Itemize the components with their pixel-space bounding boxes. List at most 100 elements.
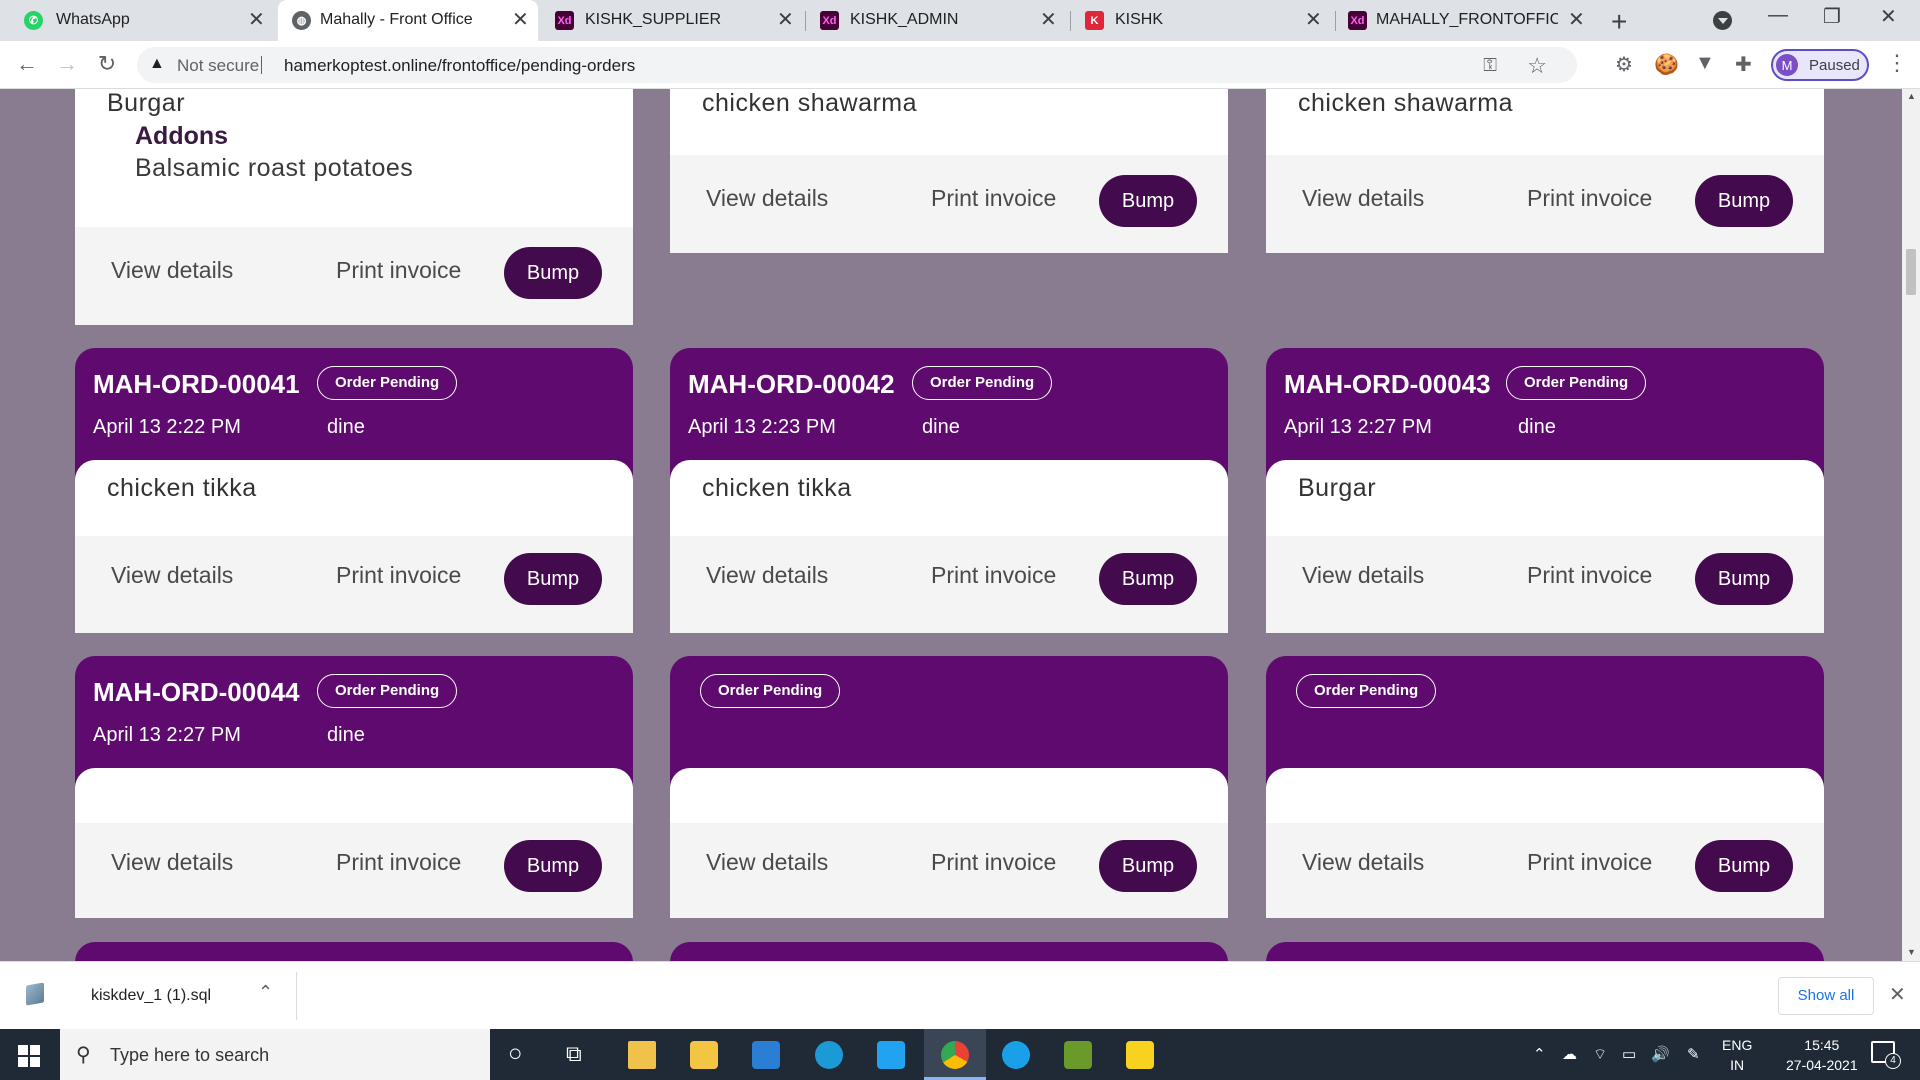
- mail-icon[interactable]: [752, 1041, 780, 1069]
- wifi-icon[interactable]: ⌔: [1593, 1045, 1607, 1064]
- print-invoice-link[interactable]: Print invoice: [1527, 849, 1652, 876]
- security-status[interactable]: Not secure: [177, 56, 259, 76]
- bump-button[interactable]: Bump: [504, 553, 602, 605]
- close-tab-icon[interactable]: ✕: [1305, 8, 1322, 32]
- scroll-down-icon[interactable]: ▼: [1907, 947, 1916, 957]
- print-invoice-link[interactable]: Print invoice: [1527, 185, 1652, 212]
- order-actions: View details Print invoice Bump: [75, 227, 633, 325]
- terminal-icon[interactable]: [1064, 1041, 1092, 1069]
- tab-kishk[interactable]: K KISHK ✕: [1071, 0, 1333, 41]
- tab-kishk-admin[interactable]: Xd KISHK_ADMIN ✕: [806, 0, 1068, 41]
- view-details-link[interactable]: View details: [706, 849, 828, 876]
- bump-button[interactable]: Bump: [1099, 840, 1197, 892]
- bump-button[interactable]: Bump: [1099, 553, 1197, 605]
- edge-icon[interactable]: [815, 1041, 843, 1069]
- pen-icon[interactable]: ✎: [1687, 1045, 1700, 1063]
- key-icon[interactable]: ⚿: [1483, 55, 1497, 76]
- maximize-button[interactable]: ❐: [1823, 4, 1841, 29]
- scrollbar-thumb[interactable]: [1906, 249, 1916, 295]
- forward-arrow-icon[interactable]: →: [52, 51, 82, 77]
- language-indicator[interactable]: ENG IN: [1722, 1035, 1752, 1075]
- page-scrollbar[interactable]: ▲ ▼: [1902, 89, 1920, 961]
- addon-item: Balsamic roast potatoes: [135, 154, 414, 182]
- vscode-icon[interactable]: [877, 1041, 905, 1069]
- close-window-button[interactable]: ✕: [1880, 4, 1897, 29]
- order-date: April 13 2:27 PM: [93, 724, 241, 746]
- tab-mahally-front-office[interactable]: ◍ Mahally - Front Office ✕: [278, 0, 538, 41]
- tab-whatsapp[interactable]: ✆ WhatsApp ✕: [0, 0, 275, 41]
- print-invoice-link[interactable]: Print invoice: [336, 849, 461, 876]
- reload-icon[interactable]: ↻: [92, 51, 122, 77]
- order-item: chicken shawarma: [702, 89, 918, 117]
- download-filename[interactable]: kiskdev_1 (1).sql: [91, 987, 211, 1005]
- bump-button[interactable]: Bump: [1695, 553, 1793, 605]
- order-header: [1266, 942, 1824, 961]
- view-details-link[interactable]: View details: [1302, 562, 1424, 589]
- order-mode: dine: [327, 416, 365, 438]
- view-details-link[interactable]: View details: [1302, 849, 1424, 876]
- view-details-link[interactable]: View details: [111, 562, 233, 589]
- tab-search-icon[interactable]: [1713, 11, 1732, 30]
- print-invoice-link[interactable]: Print invoice: [336, 257, 461, 284]
- cookie-extension-icon[interactable]: 🍪: [1654, 52, 1679, 77]
- view-details-link[interactable]: View details: [111, 257, 233, 284]
- puzzle-extensions-icon[interactable]: ✚: [1735, 52, 1752, 77]
- print-invoice-link[interactable]: Print invoice: [931, 562, 1056, 589]
- profile-button[interactable]: M Paused: [1771, 49, 1869, 81]
- close-tab-icon[interactable]: ✕: [777, 8, 794, 32]
- browser-menu-icon[interactable]: ⋮: [1886, 50, 1908, 76]
- address-bar[interactable]: ▲ Not secure hamerkoptest.online/frontof…: [137, 47, 1577, 83]
- bump-button[interactable]: Bump: [1099, 175, 1197, 227]
- battery-icon[interactable]: ▭: [1622, 1045, 1636, 1063]
- print-invoice-link[interactable]: Print invoice: [931, 185, 1056, 212]
- sticky-notes-icon[interactable]: [1126, 1041, 1154, 1069]
- view-details-link[interactable]: View details: [706, 562, 828, 589]
- tab-kishk-supplier[interactable]: Xd KISHK_SUPPLIER ✕: [541, 0, 803, 41]
- kishk-icon: K: [1085, 11, 1104, 30]
- show-all-button[interactable]: Show all: [1778, 977, 1874, 1015]
- file-explorer-icon[interactable]: [690, 1041, 718, 1069]
- taskbar-search[interactable]: ⚲ Type here to search: [60, 1029, 490, 1080]
- warning-icon[interactable]: ▲: [149, 55, 165, 73]
- view-details-link[interactable]: View details: [706, 185, 828, 212]
- task-view-icon[interactable]: ⧉: [566, 1041, 582, 1067]
- notification-icon[interactable]: 4: [1871, 1041, 1901, 1069]
- sql-file-icon: [26, 982, 44, 1006]
- minimize-button[interactable]: —: [1768, 4, 1788, 27]
- windows-start-icon[interactable]: [18, 1045, 40, 1067]
- new-tab-button[interactable]: +: [1611, 6, 1627, 38]
- bump-button[interactable]: Bump: [1695, 840, 1793, 892]
- cortana-icon[interactable]: ○: [508, 1040, 523, 1068]
- extension-gear-icon[interactable]: ⚙: [1615, 52, 1633, 77]
- print-invoice-link[interactable]: Print invoice: [931, 849, 1056, 876]
- tab-title: WhatsApp: [56, 11, 130, 28]
- tab-mahally-frontoffice-xd[interactable]: Xd MAHALLY_FRONTOFFICEW ✕: [1336, 0, 1592, 41]
- clock[interactable]: 15:45 27-04-2021: [1786, 1035, 1858, 1075]
- chrome-taskbar-button[interactable]: [924, 1029, 986, 1080]
- onedrive-icon[interactable]: ☁: [1562, 1045, 1577, 1063]
- view-details-link[interactable]: View details: [1302, 185, 1424, 212]
- view-details-link[interactable]: View details: [111, 849, 233, 876]
- close-tab-icon[interactable]: ✕: [248, 8, 265, 32]
- bump-button[interactable]: Bump: [504, 247, 602, 299]
- volume-icon[interactable]: 🔊: [1651, 1045, 1670, 1063]
- close-tab-icon[interactable]: ✕: [1040, 8, 1057, 32]
- print-invoice-link[interactable]: Print invoice: [1527, 562, 1652, 589]
- app-icon[interactable]: [1002, 1041, 1030, 1069]
- scroll-up-icon[interactable]: ▲: [1907, 91, 1916, 101]
- order-items: Burgar: [1266, 460, 1824, 536]
- store-icon[interactable]: [628, 1041, 656, 1069]
- bookmark-star-icon[interactable]: ☆: [1527, 53, 1547, 79]
- url-text[interactable]: hamerkoptest.online/frontoffice/pending-…: [284, 56, 635, 76]
- chevron-up-icon[interactable]: ⌃: [1533, 1045, 1546, 1063]
- close-tab-icon[interactable]: ✕: [1568, 8, 1585, 32]
- bump-button[interactable]: Bump: [1695, 175, 1793, 227]
- vue-extension-icon[interactable]: ▼: [1695, 52, 1715, 75]
- print-invoice-link[interactable]: Print invoice: [336, 562, 461, 589]
- order-card: Order Pending View details Print invoice…: [1266, 656, 1824, 918]
- back-arrow-icon[interactable]: ←: [12, 51, 42, 77]
- chevron-up-icon[interactable]: ⌃: [258, 982, 273, 1003]
- close-shelf-icon[interactable]: ✕: [1889, 982, 1906, 1007]
- bump-button[interactable]: Bump: [504, 840, 602, 892]
- close-tab-icon[interactable]: ✕: [512, 8, 529, 32]
